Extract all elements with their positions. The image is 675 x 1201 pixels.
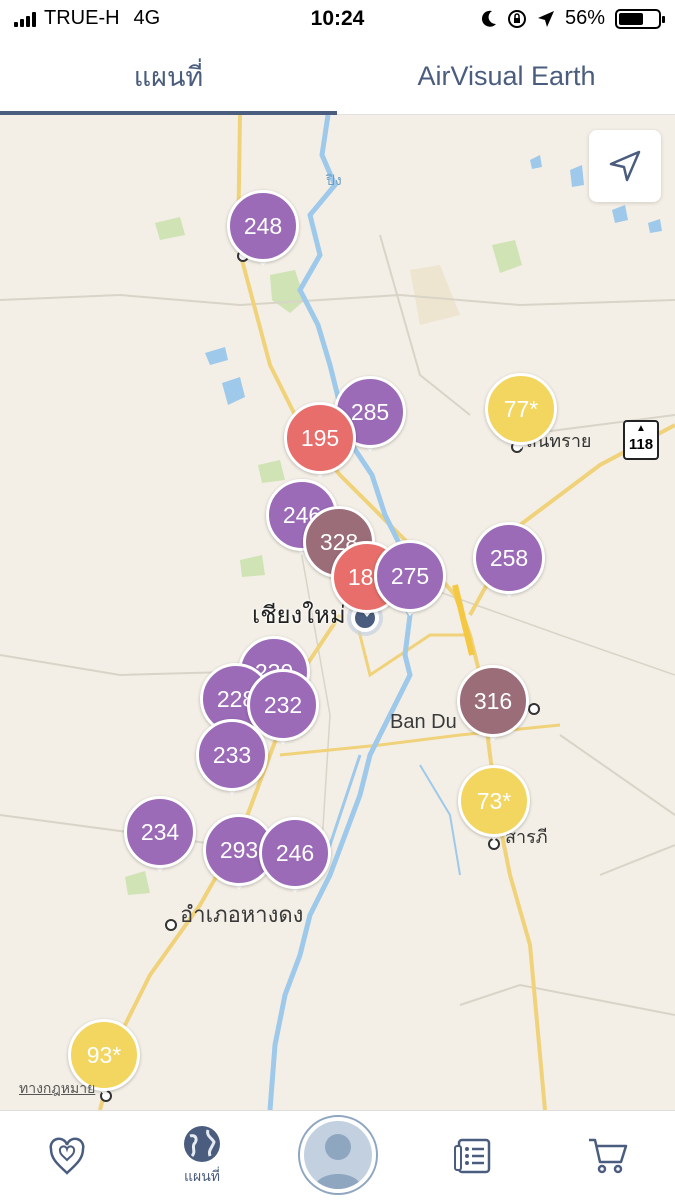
aqi-value: 73* xyxy=(458,765,530,837)
legal-link[interactable]: ทางกฎหมาย xyxy=(19,1078,95,1100)
aqi-value: 195 xyxy=(284,402,356,474)
tab-map[interactable]: แผนที่ xyxy=(0,38,337,114)
aqi-pin[interactable]: 73* xyxy=(458,765,530,847)
nav-map-label: แผนที่ xyxy=(183,1168,221,1184)
profile-avatar-button[interactable] xyxy=(298,1115,378,1195)
aqi-value: 248 xyxy=(227,190,299,262)
aqi-value: 234 xyxy=(124,796,196,868)
aqi-pin[interactable]: 233 xyxy=(196,719,268,801)
aqi-pin[interactable]: 248 xyxy=(227,190,299,272)
place-label-hang-dong: อำเภอหางดง xyxy=(180,902,304,927)
place-label-ban-du: Ban Du xyxy=(390,711,457,733)
aqi-value: 233 xyxy=(196,719,268,791)
aqi-pin[interactable]: 246 xyxy=(259,817,331,899)
aqi-value: 246 xyxy=(259,817,331,889)
tab-airvisual-earth[interactable]: AirVisual Earth xyxy=(338,38,675,114)
moon-icon xyxy=(481,10,496,27)
aqi-pin[interactable]: 258 xyxy=(473,522,545,604)
aqi-pin[interactable]: 275 xyxy=(374,540,446,622)
battery-icon xyxy=(615,8,665,29)
aqi-pin[interactable]: 234 xyxy=(124,796,196,878)
aqi-value: 258 xyxy=(473,522,545,594)
nav-ranking[interactable] xyxy=(413,1111,533,1201)
navigation-arrow-icon xyxy=(609,150,641,182)
river-label: ปิง xyxy=(326,172,342,188)
aqi-value: 275 xyxy=(374,540,446,612)
aqi-pin[interactable]: 316 xyxy=(457,665,529,747)
aqi-value: 77* xyxy=(485,373,557,445)
battery-percent: 56% xyxy=(564,7,605,29)
list-icon xyxy=(454,1138,491,1174)
cart-icon xyxy=(589,1138,628,1174)
nav-shop[interactable] xyxy=(548,1111,668,1201)
location-arrow-icon xyxy=(537,10,554,27)
aqi-pin[interactable]: 77* xyxy=(485,373,557,455)
status-right: 56% xyxy=(481,7,665,30)
highway-shield: ▲ 118 xyxy=(623,420,659,460)
aqi-pin[interactable]: 195 xyxy=(284,402,356,484)
aqi-value: 316 xyxy=(457,665,529,737)
rotation-lock-icon xyxy=(507,9,526,28)
locate-me-button[interactable] xyxy=(589,130,661,202)
heart-location-icon xyxy=(49,1137,85,1175)
status-bar: TRUE-H 4G 10:24 56% xyxy=(0,0,675,38)
map-view[interactable]: ปิง เชียงใหม่ Ban Du อำเภอหางดง สันทราย … xyxy=(0,115,675,1110)
avatar-icon xyxy=(304,1121,372,1189)
globe-icon xyxy=(184,1126,220,1162)
top-tabs: แผนที่ AirVisual Earth xyxy=(0,38,675,115)
highway-number: 118 xyxy=(628,436,654,453)
nav-map[interactable]: แผนที่ xyxy=(142,1111,262,1201)
nav-favorites[interactable] xyxy=(7,1111,127,1201)
